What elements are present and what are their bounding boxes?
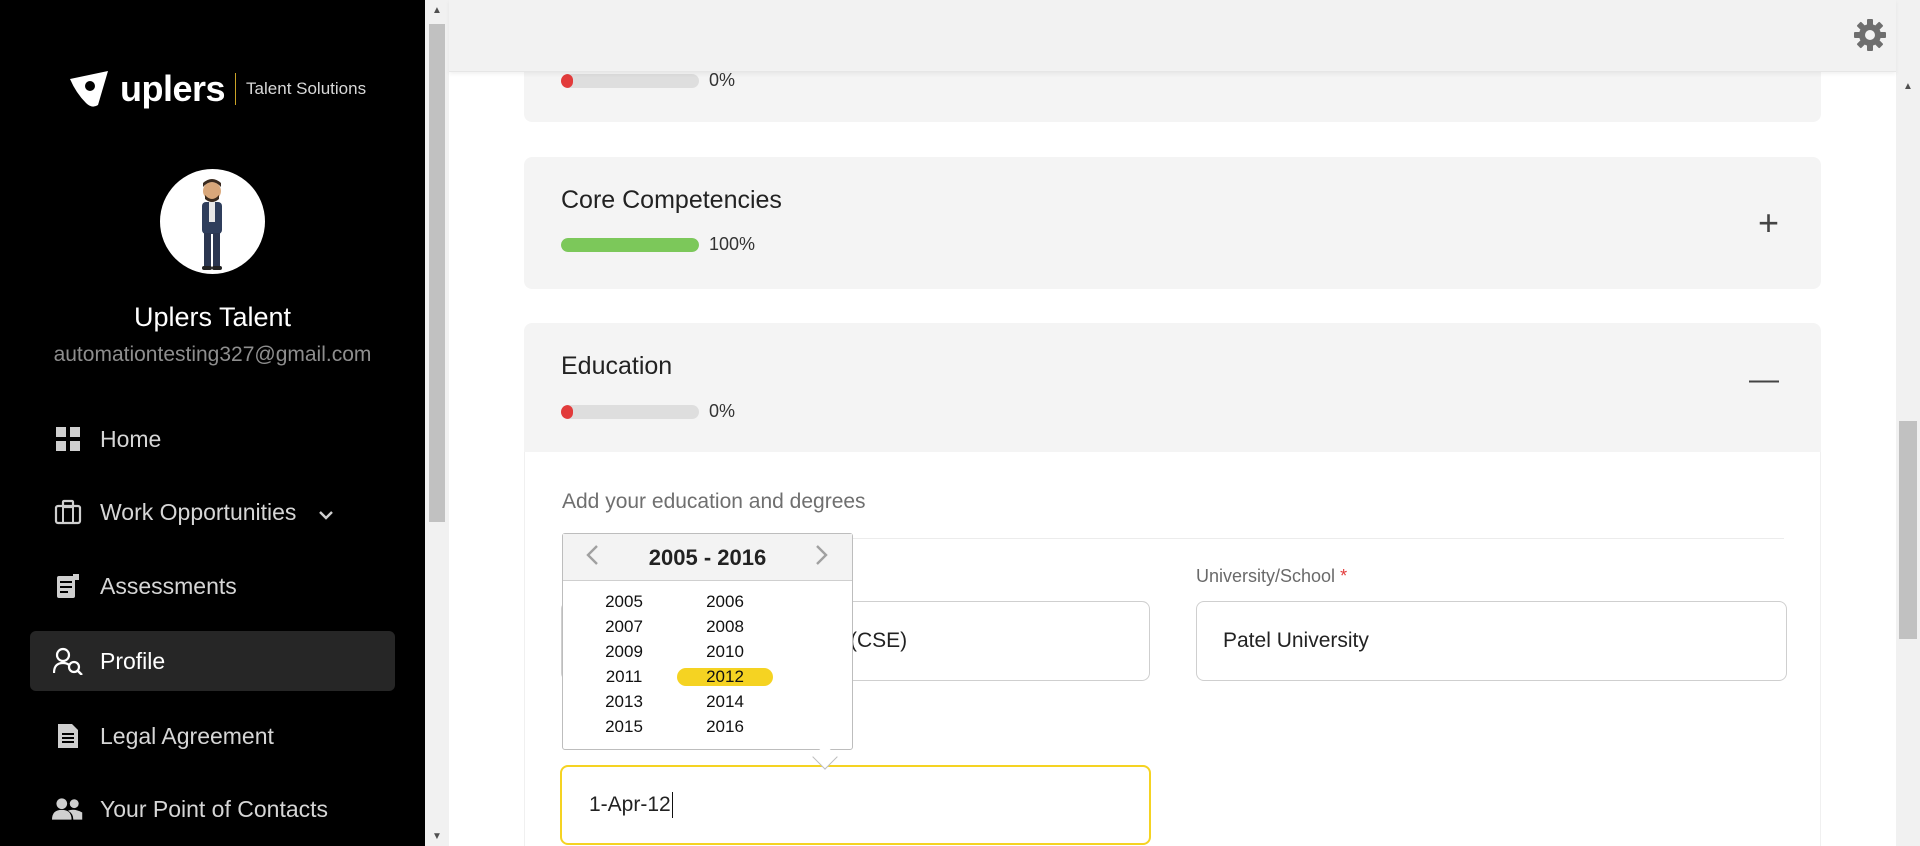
clipboard-icon bbox=[52, 570, 84, 602]
collapse-minus-icon[interactable]: — bbox=[1749, 365, 1779, 395]
uplers-logo-icon bbox=[68, 69, 114, 109]
progress-bar bbox=[561, 74, 699, 88]
year-picker-popup: 2005 - 2016 2005 2006 2007 2008 2009 201… bbox=[562, 533, 853, 750]
sidebar-item-label: Work Opportunities bbox=[100, 498, 297, 525]
year-option[interactable]: 2010 bbox=[677, 643, 773, 661]
sidebar-item-label: Home bbox=[100, 425, 162, 452]
progress-fill bbox=[561, 238, 699, 252]
sidebar-scroll-thumb[interactable] bbox=[429, 24, 445, 522]
sidebar-scrollbar[interactable]: ▲ ▼ bbox=[425, 0, 449, 846]
section-card-core-competencies[interactable]: Core Competencies 100% + bbox=[524, 157, 1821, 289]
scroll-down-arrow-icon[interactable]: ▼ bbox=[425, 826, 449, 846]
progress-percent: 100% bbox=[709, 234, 756, 254]
sidebar-item-label: Profile bbox=[100, 647, 166, 674]
brand-name: uplers bbox=[120, 68, 226, 109]
education-subtitle: Add your education and degrees bbox=[562, 490, 866, 513]
sidebar-item-label: Your Point of Contacts bbox=[100, 795, 329, 822]
sidebar-item-profile[interactable]: Profile bbox=[30, 631, 395, 691]
year-option[interactable]: 2013 bbox=[576, 693, 672, 711]
sidebar-item-home[interactable]: Home bbox=[30, 409, 395, 469]
section-title: Education bbox=[561, 352, 673, 380]
sidebar: uplers Talent Solutions Uplers Talent au… bbox=[0, 0, 425, 846]
main-scrollbar[interactable]: ▲ bbox=[1896, 0, 1920, 846]
sidebar-item-work-opportunities[interactable]: Work Opportunities bbox=[30, 482, 395, 542]
sidebar-item-legal-agreement[interactable]: Legal Agreement bbox=[30, 706, 395, 766]
briefcase-icon bbox=[52, 496, 84, 528]
year-option[interactable]: 2007 bbox=[576, 618, 672, 636]
brand-tagline: Talent Solutions bbox=[246, 79, 367, 98]
scroll-up-arrow-icon[interactable]: ▲ bbox=[1896, 76, 1920, 96]
year-option[interactable]: 2015 bbox=[576, 718, 672, 736]
gear-icon[interactable] bbox=[1852, 17, 1888, 53]
grid-icon bbox=[52, 423, 84, 455]
university-label-text: University/School bbox=[1196, 566, 1336, 586]
user-search-icon bbox=[52, 645, 84, 677]
year-range-title[interactable]: 2005 - 2016 bbox=[563, 545, 852, 571]
brand-logo[interactable]: uplers Talent Solutions bbox=[68, 68, 366, 110]
university-input[interactable]: Patel University bbox=[1196, 601, 1787, 681]
degree-input-value: (CSE) bbox=[850, 629, 908, 652]
university-label: University/School * bbox=[1196, 566, 1347, 587]
progress-bar bbox=[561, 238, 699, 252]
year-option[interactable]: 2008 bbox=[677, 618, 773, 636]
expand-plus-icon[interactable]: + bbox=[1758, 205, 1779, 241]
main-scroll-thumb[interactable] bbox=[1899, 421, 1917, 639]
year-option[interactable]: 2014 bbox=[677, 693, 773, 711]
progress-percent: 0% bbox=[709, 70, 736, 90]
year-option[interactable]: 2011 bbox=[576, 668, 672, 686]
section-card-education[interactable]: Education 0% — bbox=[524, 323, 1821, 453]
year-option-selected[interactable]: 2012 bbox=[677, 668, 773, 686]
user-email: automationtesting327@gmail.com bbox=[53, 343, 372, 366]
year-picker-header: 2005 - 2016 bbox=[563, 534, 852, 581]
contacts-icon bbox=[52, 793, 84, 825]
avatar[interactable] bbox=[160, 169, 265, 274]
progress-fill bbox=[561, 405, 573, 419]
sidebar-item-label: Legal Agreement bbox=[100, 722, 274, 749]
section-title: Core Competencies bbox=[561, 186, 782, 214]
text-caret bbox=[671, 792, 673, 818]
document-icon bbox=[52, 720, 84, 752]
year-option[interactable]: 2016 bbox=[677, 718, 773, 736]
progress-bar bbox=[561, 405, 699, 419]
year-option[interactable]: 2009 bbox=[576, 643, 672, 661]
year-option[interactable]: 2005 bbox=[576, 593, 672, 611]
chevron-right-icon[interactable] bbox=[815, 544, 829, 570]
passing-date-input[interactable]: 1-Apr-12 bbox=[560, 765, 1151, 845]
sidebar-item-point-of-contacts[interactable]: Your Point of Contacts bbox=[30, 779, 395, 839]
required-mark: * bbox=[1340, 566, 1348, 586]
brand-separator bbox=[235, 73, 237, 105]
date-input-value: 1-Apr-12 bbox=[589, 793, 671, 816]
university-input-value: Patel University bbox=[1223, 629, 1369, 652]
year-option[interactable]: 2006 bbox=[677, 593, 773, 611]
user-name: Uplers Talent bbox=[133, 302, 292, 332]
progress-percent: 0% bbox=[709, 401, 736, 421]
top-bar bbox=[449, 0, 1896, 72]
sidebar-item-label: Assessments bbox=[100, 572, 237, 599]
sidebar-item-assessments[interactable]: Assessments bbox=[30, 556, 395, 616]
progress-fill bbox=[561, 74, 573, 88]
scroll-up-arrow-icon[interactable]: ▲ bbox=[425, 0, 449, 20]
chevron-down-icon[interactable] bbox=[318, 499, 334, 526]
